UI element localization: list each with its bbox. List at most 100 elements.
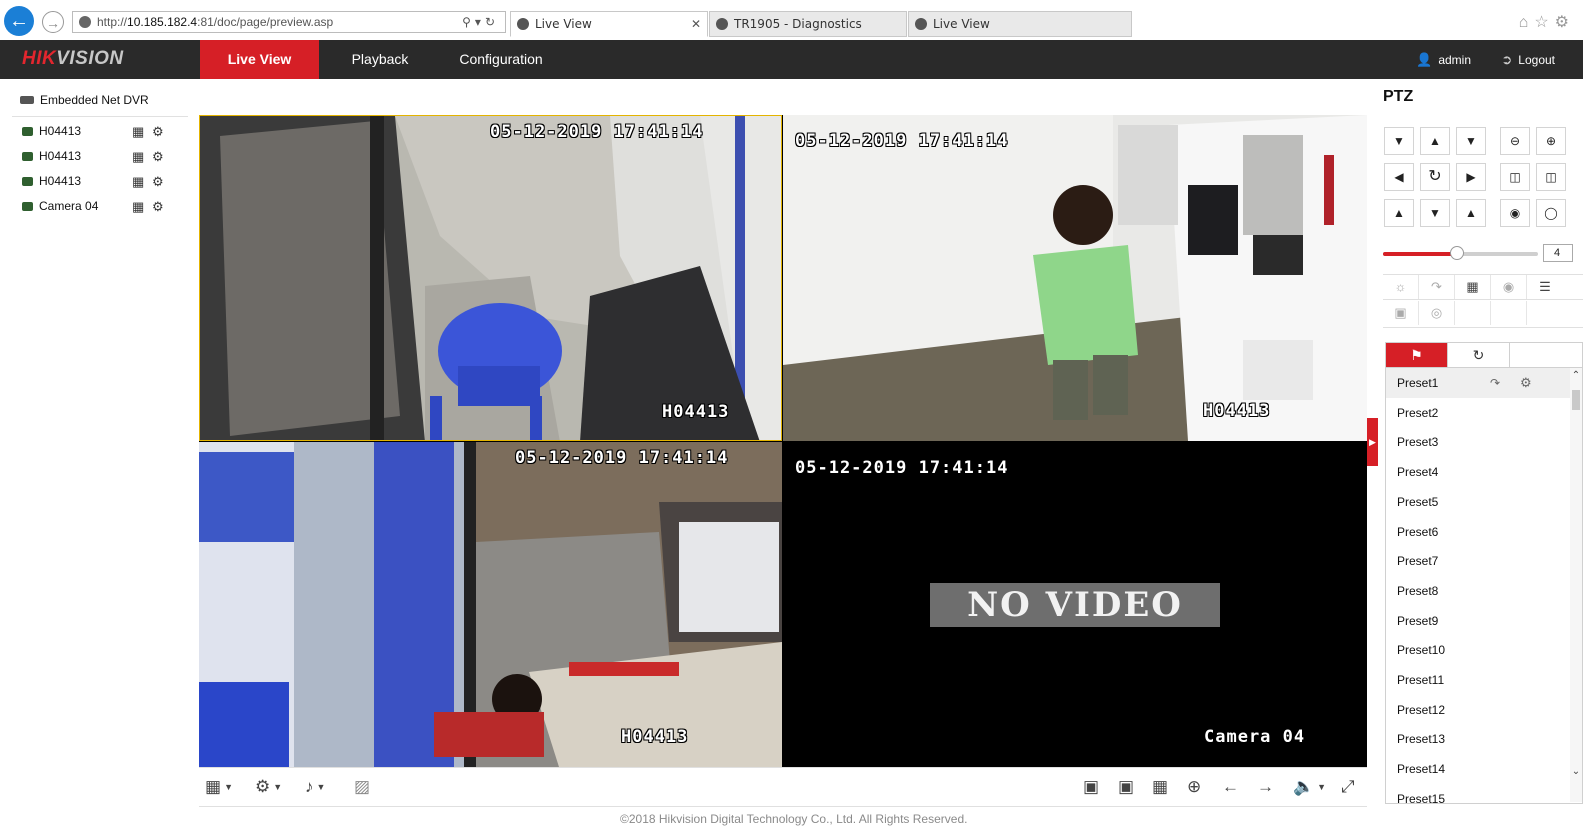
- ptz-left-button[interactable]: ◀: [1384, 163, 1414, 191]
- browser-tab-title: Live View: [535, 17, 592, 31]
- light-icon[interactable]: ☼: [1383, 275, 1419, 299]
- slider-knob[interactable]: [1450, 246, 1465, 260]
- camera-item[interactable]: H04413 ▦ ⚙: [22, 149, 172, 167]
- tab-pattern[interactable]: [1510, 343, 1572, 367]
- preset-item[interactable]: Preset6: [1386, 517, 1570, 547]
- manual-tracking-icon[interactable]: ▣: [1383, 301, 1419, 325]
- camera-item[interactable]: H04413 ▦ ⚙: [22, 124, 172, 142]
- preset-label: Preset14: [1397, 762, 1446, 777]
- browser-tab-diagnostics[interactable]: TR1905 - Diagnostics: [709, 11, 907, 37]
- search-icon[interactable]: ⚲: [462, 15, 475, 29]
- stream-type-button[interactable]: ⚙ ▼: [255, 777, 282, 797]
- chevron-up-icon[interactable]: ⌃: [1570, 370, 1582, 381]
- wiper-icon[interactable]: ↷: [1419, 275, 1455, 299]
- capture-button[interactable]: ▣: [1118, 777, 1134, 797]
- record-icon[interactable]: ▦: [132, 149, 144, 165]
- refresh-icon[interactable]: ↻: [485, 15, 499, 29]
- preset-item[interactable]: Preset5: [1386, 487, 1570, 517]
- menu-icon[interactable]: ☰: [1527, 275, 1563, 299]
- ptz-auto-scan-button[interactable]: ↻: [1420, 163, 1450, 191]
- camera-item[interactable]: Camera 04 ▦ ⚙: [22, 199, 172, 217]
- user-menu[interactable]: 👤 admin: [1416, 40, 1471, 80]
- camera-item[interactable]: H04413 ▦ ⚙: [22, 174, 172, 192]
- preset-item[interactable]: Preset7: [1386, 546, 1570, 576]
- previous-page-button[interactable]: ←: [1222, 777, 1239, 797]
- zoom-in-icon[interactable]: ⊕: [1536, 127, 1566, 155]
- settings-gear-icon[interactable]: ⚙: [1555, 14, 1575, 31]
- preset-item[interactable]: Preset2: [1386, 398, 1570, 428]
- preset-item[interactable]: Preset13: [1386, 724, 1570, 754]
- tab-configuration[interactable]: Configuration: [448, 40, 554, 79]
- auxiliary-focus-icon[interactable]: ▦: [1455, 275, 1491, 299]
- stream-select-icon[interactable]: ⚙: [152, 124, 164, 140]
- tab-playback[interactable]: Playback: [332, 40, 428, 79]
- ptz-down-button[interactable]: ▼: [1420, 199, 1450, 227]
- window-layout-button[interactable]: ▦ ▼: [205, 777, 233, 797]
- address-tools[interactable]: ⚲▾↻: [462, 12, 499, 32]
- preset-item[interactable]: Preset9: [1386, 606, 1570, 636]
- digital-zoom-button[interactable]: ⊕: [1187, 777, 1201, 797]
- call-preset-icon[interactable]: ↷: [1490, 368, 1500, 398]
- preset-item[interactable]: Preset12: [1386, 695, 1570, 725]
- video-tile-1[interactable]: 05-12-2019 17:41:14 H04413: [199, 115, 782, 441]
- preset-item[interactable]: Preset10: [1386, 635, 1570, 665]
- back-arrow-icon[interactable]: ←: [4, 6, 34, 36]
- plugin-button[interactable]: ▨: [354, 777, 370, 797]
- record-all-button[interactable]: ▦: [1152, 777, 1168, 797]
- preset-scrollbar[interactable]: ⌃ ⌄: [1570, 368, 1582, 802]
- stream-select-icon[interactable]: ⚙: [152, 199, 164, 215]
- record-icon[interactable]: ▦: [132, 174, 144, 190]
- 3d-zoom-icon[interactable]: ◎: [1419, 301, 1455, 325]
- preset-item[interactable]: Preset3: [1386, 427, 1570, 457]
- preset-item[interactable]: Preset11: [1386, 665, 1570, 695]
- iris-open-icon[interactable]: ◉: [1500, 199, 1530, 227]
- record-icon[interactable]: ▦: [132, 124, 144, 140]
- stream-select-icon[interactable]: ⚙: [152, 149, 164, 165]
- ptz-up-left-button[interactable]: ▼: [1384, 127, 1414, 155]
- favorites-star-icon[interactable]: ☆: [1534, 14, 1554, 31]
- device-tree-root[interactable]: Embedded Net DVR: [20, 93, 149, 107]
- ptz-up-right-button[interactable]: ▼: [1456, 127, 1486, 155]
- scroll-thumb[interactable]: [1572, 390, 1580, 410]
- stop-all-button[interactable]: ▣: [1083, 777, 1099, 797]
- home-icon[interactable]: ⌂: [1519, 14, 1535, 31]
- fullscreen-button[interactable]: ⤢: [1341, 777, 1355, 797]
- volume-button[interactable]: 🔈 ▼: [1293, 777, 1326, 797]
- tab-presets[interactable]: ⚑: [1386, 343, 1448, 367]
- tab-favicon-icon: [716, 18, 728, 30]
- zoom-out-icon[interactable]: ⊖: [1500, 127, 1530, 155]
- focus-near-icon[interactable]: ◫: [1500, 163, 1530, 191]
- tab-patrols[interactable]: ↻: [1448, 343, 1510, 367]
- stream-select-icon[interactable]: ⚙: [152, 174, 164, 190]
- preset-item[interactable]: Preset1 ↷ ⚙: [1386, 368, 1570, 398]
- iris-close-icon[interactable]: ◯: [1536, 199, 1566, 227]
- logout-button[interactable]: ➲ Logout: [1501, 40, 1555, 80]
- two-way-audio-button[interactable]: ♪ ▼: [305, 777, 325, 797]
- dropdown-icon[interactable]: ▾: [475, 15, 485, 29]
- ptz-speed-slider[interactable]: [1383, 246, 1538, 260]
- preset-item[interactable]: Preset15: [1386, 784, 1570, 803]
- forward-arrow-icon[interactable]: →: [42, 11, 64, 33]
- browser-tab-live-view-2[interactable]: Live View: [908, 11, 1132, 37]
- ptz-down-left-button[interactable]: ▲: [1384, 199, 1414, 227]
- collapse-ptz-handle[interactable]: ▶: [1367, 418, 1378, 466]
- preset-item[interactable]: Preset14: [1386, 754, 1570, 784]
- browser-tab-live-view[interactable]: Live View ✕: [510, 11, 708, 37]
- address-bar[interactable]: http://10.185.182.4:81/doc/page/preview.…: [72, 11, 506, 33]
- ptz-down-right-button[interactable]: ▲: [1456, 199, 1486, 227]
- preset-item[interactable]: Preset4: [1386, 457, 1570, 487]
- tab-live-view[interactable]: Live View: [200, 40, 319, 79]
- chevron-down-icon[interactable]: ⌄: [1570, 766, 1582, 777]
- record-icon[interactable]: ▦: [132, 199, 144, 215]
- video-tile-2[interactable]: 05-12-2019 17:41:14 H04413: [783, 115, 1367, 441]
- focus-far-icon[interactable]: ◫: [1536, 163, 1566, 191]
- lens-init-icon[interactable]: ◉: [1491, 275, 1527, 299]
- ptz-right-button[interactable]: ▶: [1456, 163, 1486, 191]
- ptz-up-button[interactable]: ▲: [1420, 127, 1450, 155]
- video-tile-3[interactable]: 05-12-2019 17:41:14 H04413: [199, 442, 782, 767]
- video-tile-4[interactable]: 05-12-2019 17:41:14 NO VIDEO Camera 04: [783, 442, 1367, 767]
- close-tab-icon[interactable]: ✕: [691, 12, 701, 36]
- preset-item[interactable]: Preset8: [1386, 576, 1570, 606]
- set-preset-gear-icon[interactable]: ⚙: [1520, 368, 1532, 398]
- next-page-button[interactable]: →: [1257, 777, 1274, 797]
